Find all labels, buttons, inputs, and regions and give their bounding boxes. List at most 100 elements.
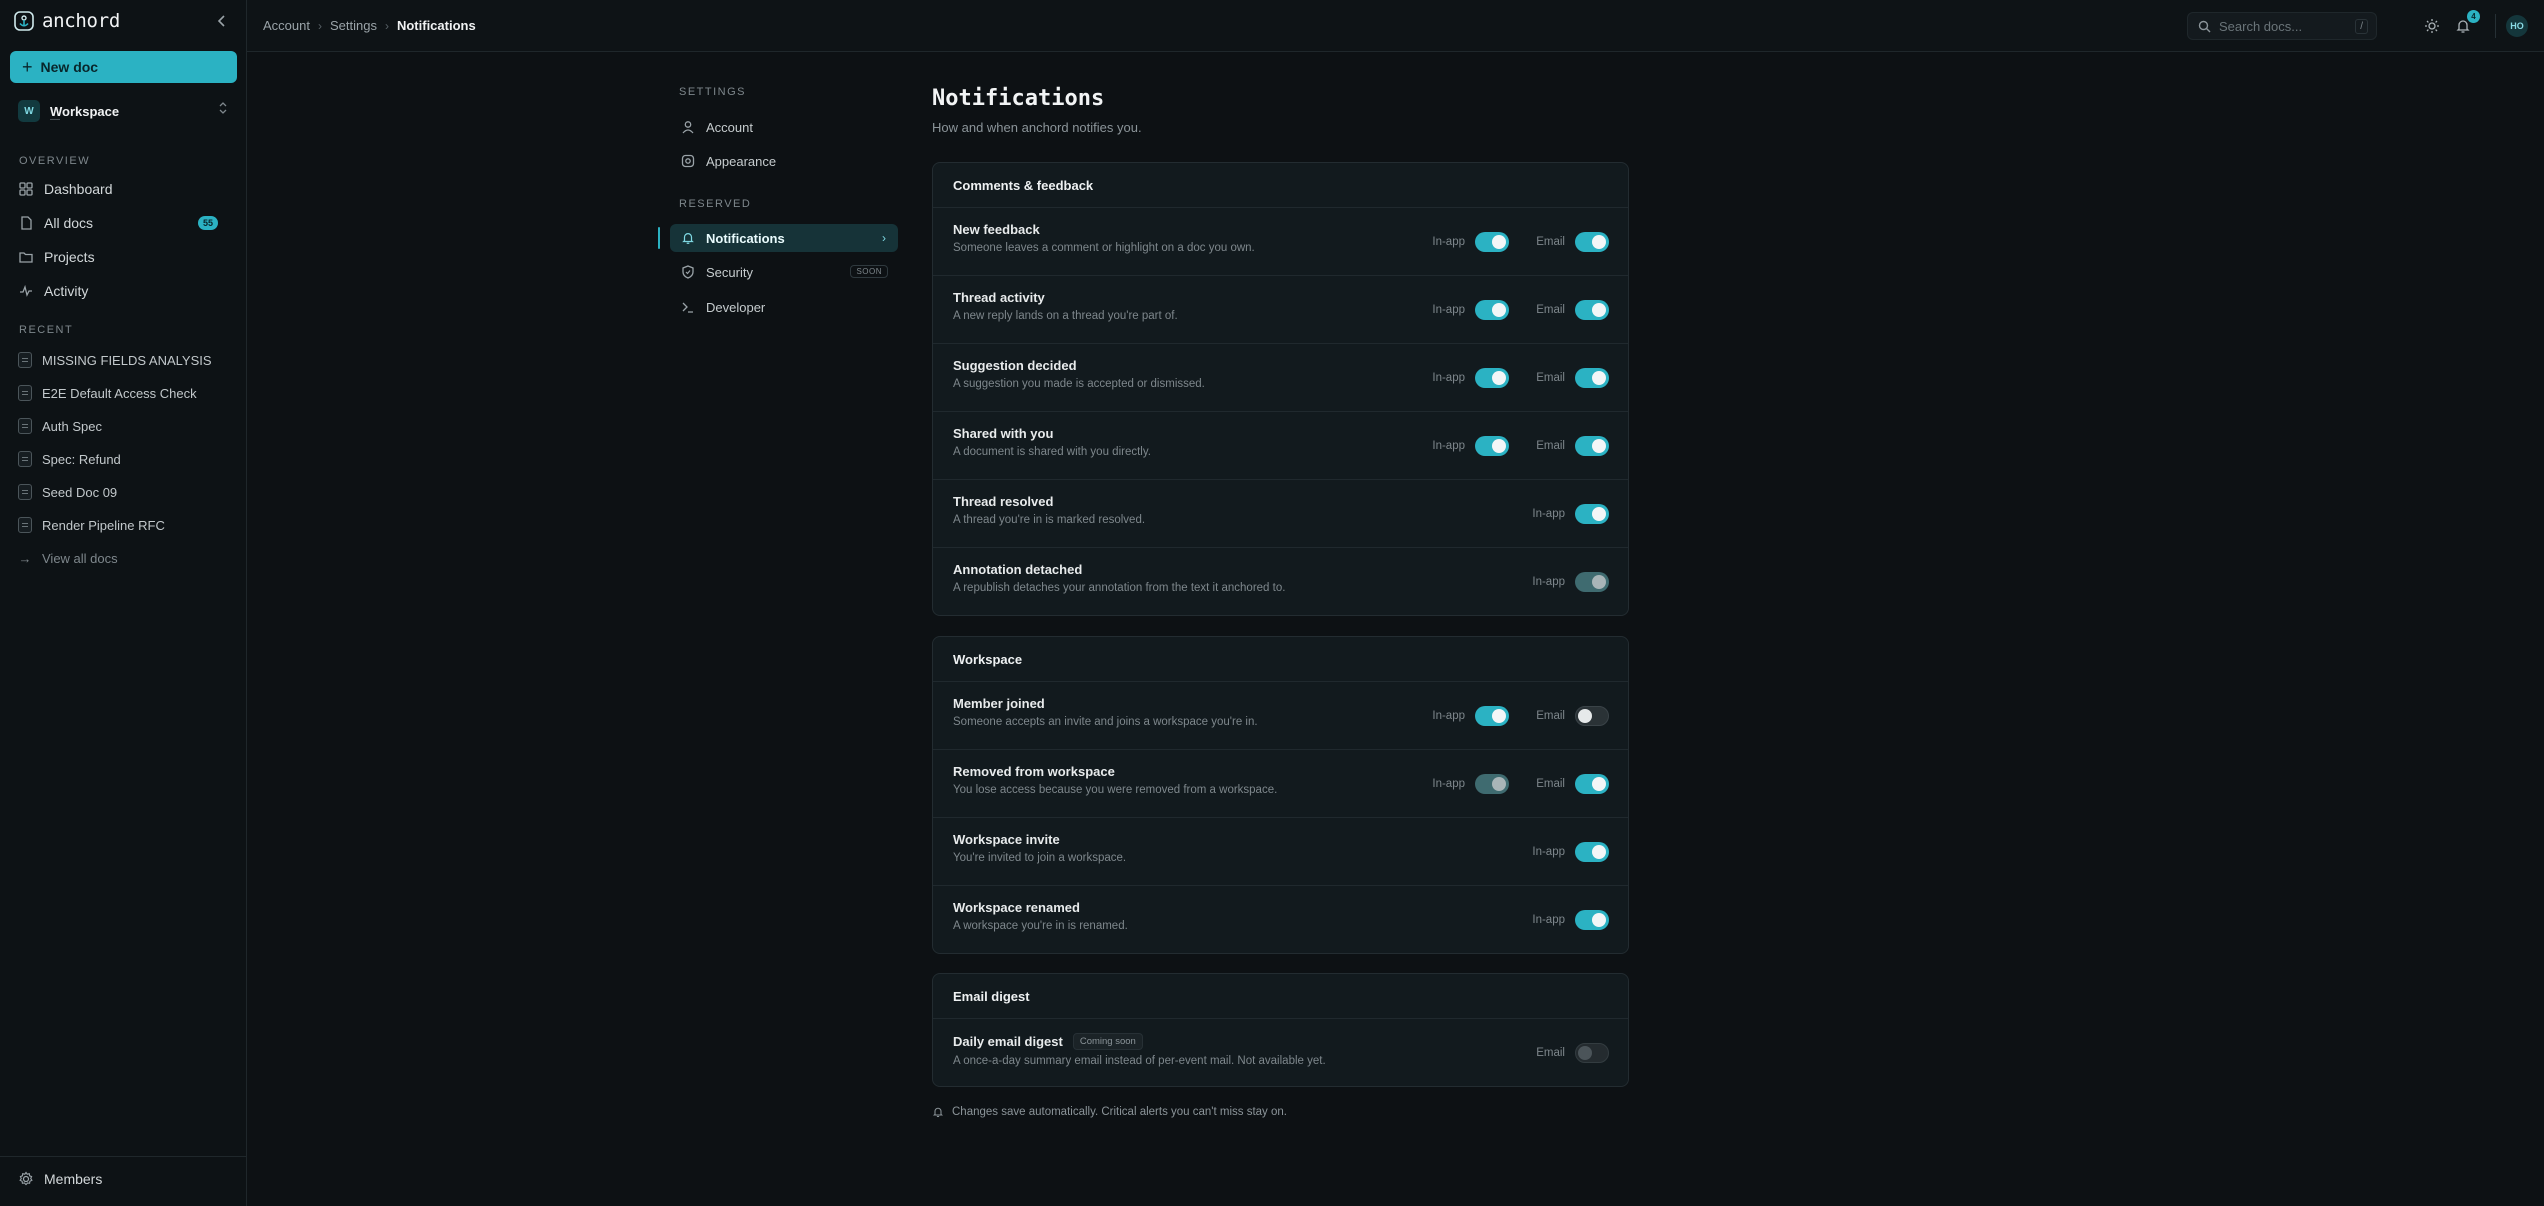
bell-icon [932, 1107, 944, 1118]
email-toggle[interactable] [1575, 436, 1609, 456]
search-box[interactable]: / [2187, 12, 2377, 40]
email-toggle[interactable] [1575, 368, 1609, 388]
notification-row: Annotation detached A republish detaches… [933, 547, 1628, 615]
workspace-name: Workspace [50, 103, 120, 119]
plus-icon: + [22, 57, 33, 77]
email-label: Email [1536, 304, 1565, 316]
settings-nav-account[interactable]: Account [670, 113, 898, 141]
notification-row: Workspace renamed A workspace you're in … [933, 885, 1628, 953]
view-all-docs-link[interactable]: → View all docs [18, 546, 232, 570]
breadcrumb-separator: › [384, 18, 389, 33]
card-title: Comments & feedback [953, 177, 1094, 193]
in-app-toggle[interactable] [1475, 706, 1509, 726]
email-control: Email [1536, 436, 1609, 456]
toggle-knob [1492, 235, 1506, 249]
in-app-label: In-app [1432, 304, 1465, 316]
in-app-control: In-app [1532, 572, 1609, 592]
recent-doc-label: MISSING FIELDS ANALYSIS [42, 352, 212, 368]
workspace-sub: — [50, 114, 60, 125]
toggle-knob [1492, 709, 1506, 723]
in-app-label: In-app [1532, 846, 1565, 858]
recent-doc-item[interactable]: E2E Default Access Check [18, 381, 232, 405]
toggle-knob [1492, 777, 1506, 791]
breadcrumb-account[interactable]: Account [263, 18, 310, 33]
notification-row: Thread resolved A thread you're in is ma… [933, 479, 1628, 547]
email-control: Email [1536, 232, 1609, 252]
recent-doc-label: Seed Doc 09 [42, 484, 118, 500]
settings-nav-label: Account [706, 119, 753, 135]
email-toggle[interactable] [1575, 706, 1609, 726]
sidebar-item-activity[interactable]: Activity [18, 278, 232, 304]
members-button[interactable]: Members [18, 1171, 102, 1187]
row-title: Removed from workspace [953, 764, 1115, 779]
email-label: Email [1536, 440, 1565, 452]
in-app-toggle[interactable] [1575, 504, 1609, 524]
members-label: Members [44, 1171, 103, 1187]
collapse-sidebar-button[interactable] [212, 12, 232, 32]
gear-icon [19, 1171, 33, 1186]
autosave-footnote: Changes save automatically. Critical ale… [932, 1106, 1287, 1118]
topbar: Account › Settings › Notifications / 4 H… [247, 0, 2544, 52]
search-icon [2198, 20, 2211, 32]
in-app-toggle[interactable] [1575, 842, 1609, 862]
search-input[interactable] [2219, 18, 2359, 34]
row-title: New feedback [953, 222, 1040, 237]
row-title: Workspace renamed [953, 900, 1080, 915]
recent-doc-item[interactable]: Seed Doc 09 [18, 480, 232, 504]
docs-count-badge: 55 [198, 216, 218, 230]
sidebar-item-projects[interactable]: Projects [18, 244, 232, 270]
sidebar: anchord + New doc W Workspace — OVERVIEW… [0, 0, 247, 1206]
row-title: Annotation detached [953, 562, 1083, 577]
in-app-label: In-app [1432, 440, 1465, 452]
in-app-toggle[interactable] [1575, 910, 1609, 930]
row-description: A republish detaches your annotation fro… [953, 582, 1286, 594]
settings-nav-security[interactable]: Security SOON [670, 258, 898, 286]
email-toggle[interactable] [1575, 232, 1609, 252]
toggle-knob [1592, 371, 1606, 385]
row-title: Suggestion decided [953, 358, 1077, 373]
new-doc-button[interactable]: + New doc [10, 51, 237, 83]
in-app-toggle[interactable] [1475, 436, 1509, 456]
recent-doc-item[interactable]: Spec: Refund [18, 447, 232, 471]
notification-row: New feedback Someone leaves a comment or… [933, 207, 1628, 275]
breadcrumb-current: Notifications [396, 18, 476, 33]
toggle-knob [1592, 507, 1606, 521]
email-label: Email [1536, 1047, 1565, 1059]
breadcrumb-settings[interactable]: Settings [330, 18, 377, 33]
workspace-switcher[interactable]: W Workspace — [18, 97, 228, 125]
row-title: Workspace invite [953, 832, 1060, 847]
recent-doc-item[interactable]: Auth Spec [18, 414, 232, 438]
settings-nav-developer[interactable]: Developer [670, 293, 898, 321]
in-app-control: In-app [1432, 774, 1509, 794]
settings-nav-notifications[interactable]: Notifications › [670, 224, 898, 252]
workspace-avatar: W [18, 100, 40, 122]
recent-doc-label: Render Pipeline RFC [42, 517, 165, 533]
brand[interactable]: anchord [14, 10, 120, 32]
row-description: You're invited to join a workspace. [953, 852, 1127, 864]
footnote-text: Changes save automatically. Critical ale… [952, 1106, 1287, 1118]
in-app-toggle[interactable] [1475, 300, 1509, 320]
sidebar-item-label: All docs [44, 215, 94, 231]
recent-doc-item[interactable]: MISSING FIELDS ANALYSIS [18, 348, 232, 372]
topbar-divider [2495, 14, 2496, 38]
terminal-icon [680, 299, 696, 315]
in-app-toggle[interactable] [1475, 368, 1509, 388]
settings-nav-label: Appearance [706, 153, 777, 169]
notification-row: Member joined Someone accepts an invite … [933, 681, 1628, 749]
email-control: Email [1536, 1043, 1609, 1063]
arrow-right-icon: → [18, 550, 32, 566]
email-toggle[interactable] [1575, 300, 1609, 320]
theme-toggle-button[interactable] [2421, 15, 2443, 37]
toggle-knob [1592, 777, 1606, 791]
notification-row: Suggestion decided A suggestion you made… [933, 343, 1628, 411]
in-app-toggle[interactable] [1475, 232, 1509, 252]
email-toggle[interactable] [1575, 774, 1609, 794]
toggle-knob [1592, 845, 1606, 859]
recent-doc-item[interactable]: Render Pipeline RFC [18, 513, 232, 537]
in-app-control: In-app [1532, 842, 1609, 862]
sidebar-item-dashboard[interactable]: Dashboard [18, 176, 232, 202]
settings-nav-appearance[interactable]: Appearance [670, 147, 898, 175]
user-avatar[interactable]: HO [2506, 15, 2528, 37]
notifications-button[interactable]: 4 [2452, 10, 2480, 37]
sidebar-item-all-docs[interactable]: All docs 55 [18, 210, 232, 236]
